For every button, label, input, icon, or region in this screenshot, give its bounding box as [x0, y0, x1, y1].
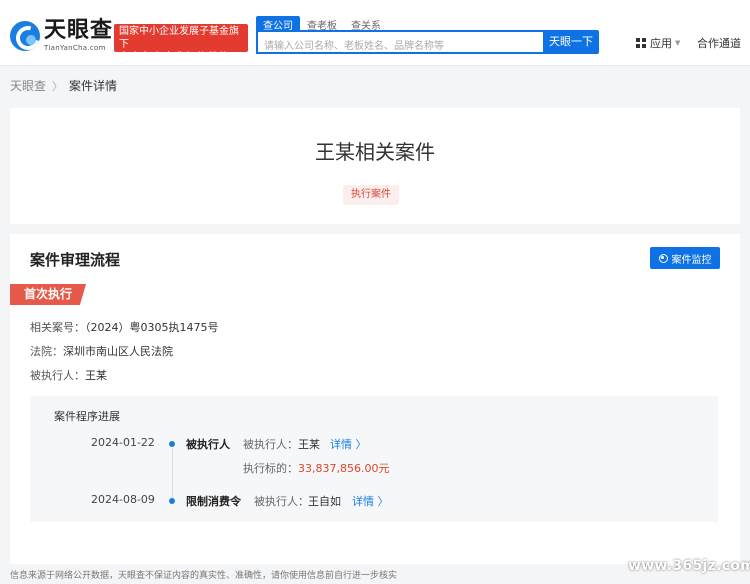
- case-type-tag: 执行案件: [343, 185, 399, 205]
- case-number-line: 相关案号：（2024）粤0305执1475号: [30, 319, 218, 335]
- court-line: 法院：深圳市南山区人民法院: [30, 343, 173, 359]
- breadcrumb: 天眼查 〉 案件详情: [10, 77, 117, 94]
- page-title: 王某相关案件: [315, 140, 435, 164]
- timeline-dot-1: [169, 441, 175, 447]
- timeline-amount-label: 执行标的：: [243, 462, 298, 475]
- case-number-value: （2024）粤0305执1475号: [85, 321, 219, 334]
- logo-text-en: TianYanCha.com: [44, 44, 106, 52]
- credential-badge: 国家中小企业发展子基金旗下 官方备案企业征信机构: [114, 24, 248, 63]
- monitor-icon: [658, 253, 668, 263]
- nav-apps-label: 应用: [650, 37, 672, 50]
- logo-text-cn: 天眼查: [44, 18, 114, 43]
- timeline-person-2: 王自如: [308, 495, 341, 508]
- executed-value: 王某: [85, 369, 107, 382]
- timeline-person-label-2: 被执行人：: [254, 495, 309, 508]
- timeline-type-2: 限制消费令: [186, 495, 241, 508]
- timeline-amount: 33,837,856.00元: [298, 462, 390, 475]
- tianyancha-logo[interactable]: 天眼查 TianYanCha.com: [10, 20, 113, 52]
- footer-disclaimer: 信息来源于网络公开数据，天眼查不保证内容的真实性、准确性，请你使用信息前自行进一…: [10, 571, 398, 581]
- chevron-right-icon: 〉: [352, 438, 367, 451]
- badge-line-1: 国家中小企业发展子基金旗下: [119, 26, 239, 50]
- nav-partner-label: 合作通道: [697, 37, 741, 50]
- chevron-down-icon: ▼: [675, 39, 681, 47]
- process-heading: 案件审理流程: [30, 251, 121, 269]
- site-watermark: www.365jz.com: [628, 558, 750, 574]
- chevron-right-icon: 〉: [52, 79, 64, 93]
- timeline-person-1: 王某: [298, 438, 320, 451]
- court-label: 法院：: [30, 345, 63, 358]
- timeline-detail-label-2: 详情: [352, 495, 374, 508]
- executed-line: 被执行人：王某: [30, 367, 107, 383]
- timeline-type-1: 被执行人: [186, 438, 230, 451]
- search-button[interactable]: 天眼一下: [543, 30, 599, 54]
- timeline-detail-link-1[interactable]: 详情 〉: [330, 436, 367, 452]
- case-process-card: 案件审理流程 案件监控 首次执行 相关案号：（2024）粤0305执1475号 …: [10, 234, 740, 564]
- case-monitor-label: 案件监控: [671, 254, 712, 266]
- timeline-person-label-1: 被执行人：: [243, 438, 298, 451]
- executed-label: 被执行人：: [30, 369, 85, 382]
- case-monitor-button[interactable]: 案件监控: [650, 247, 720, 269]
- search-input[interactable]: 请输入公司名称、老板姓名、品牌名称等: [256, 30, 543, 54]
- breadcrumb-current: 案件详情: [69, 79, 118, 93]
- chevron-right-icon: 〉: [374, 495, 389, 508]
- case-number-label: 相关案号：: [30, 321, 85, 334]
- progress-box: 案件程序进展 2024-01-22 被执行人 被执行人： 王某 详情 〉 执行标…: [30, 396, 718, 522]
- stage-badge: 首次执行: [10, 284, 86, 305]
- apps-grid-icon: [636, 38, 646, 48]
- timeline-date-1: 2024-01-22: [91, 436, 155, 449]
- timeline-detail-label-1: 详情: [330, 438, 352, 451]
- top-header: 天眼查 TianYanCha.com 国家中小企业发展子基金旗下 官方备案企业征…: [0, 0, 750, 66]
- case-title-card: 王某相关案件 执行案件: [10, 108, 740, 224]
- breadcrumb-home[interactable]: 天眼查: [10, 77, 46, 94]
- court-value: 深圳市南山区人民法院: [63, 345, 173, 358]
- progress-title: 案件程序进展: [54, 410, 120, 423]
- timeline-date-2: 2024-08-09: [91, 493, 155, 506]
- badge-line-2: 官方备案企业征信机构: [119, 52, 230, 63]
- nav-partner[interactable]: 合作通道: [697, 35, 741, 51]
- timeline-line: [172, 448, 173, 502]
- nav-apps[interactable]: 应用 ▼: [636, 35, 680, 51]
- logo-eye-icon: [10, 21, 40, 51]
- timeline-detail-link-2[interactable]: 详情 〉: [352, 493, 389, 509]
- timeline-dot-2: [169, 498, 175, 504]
